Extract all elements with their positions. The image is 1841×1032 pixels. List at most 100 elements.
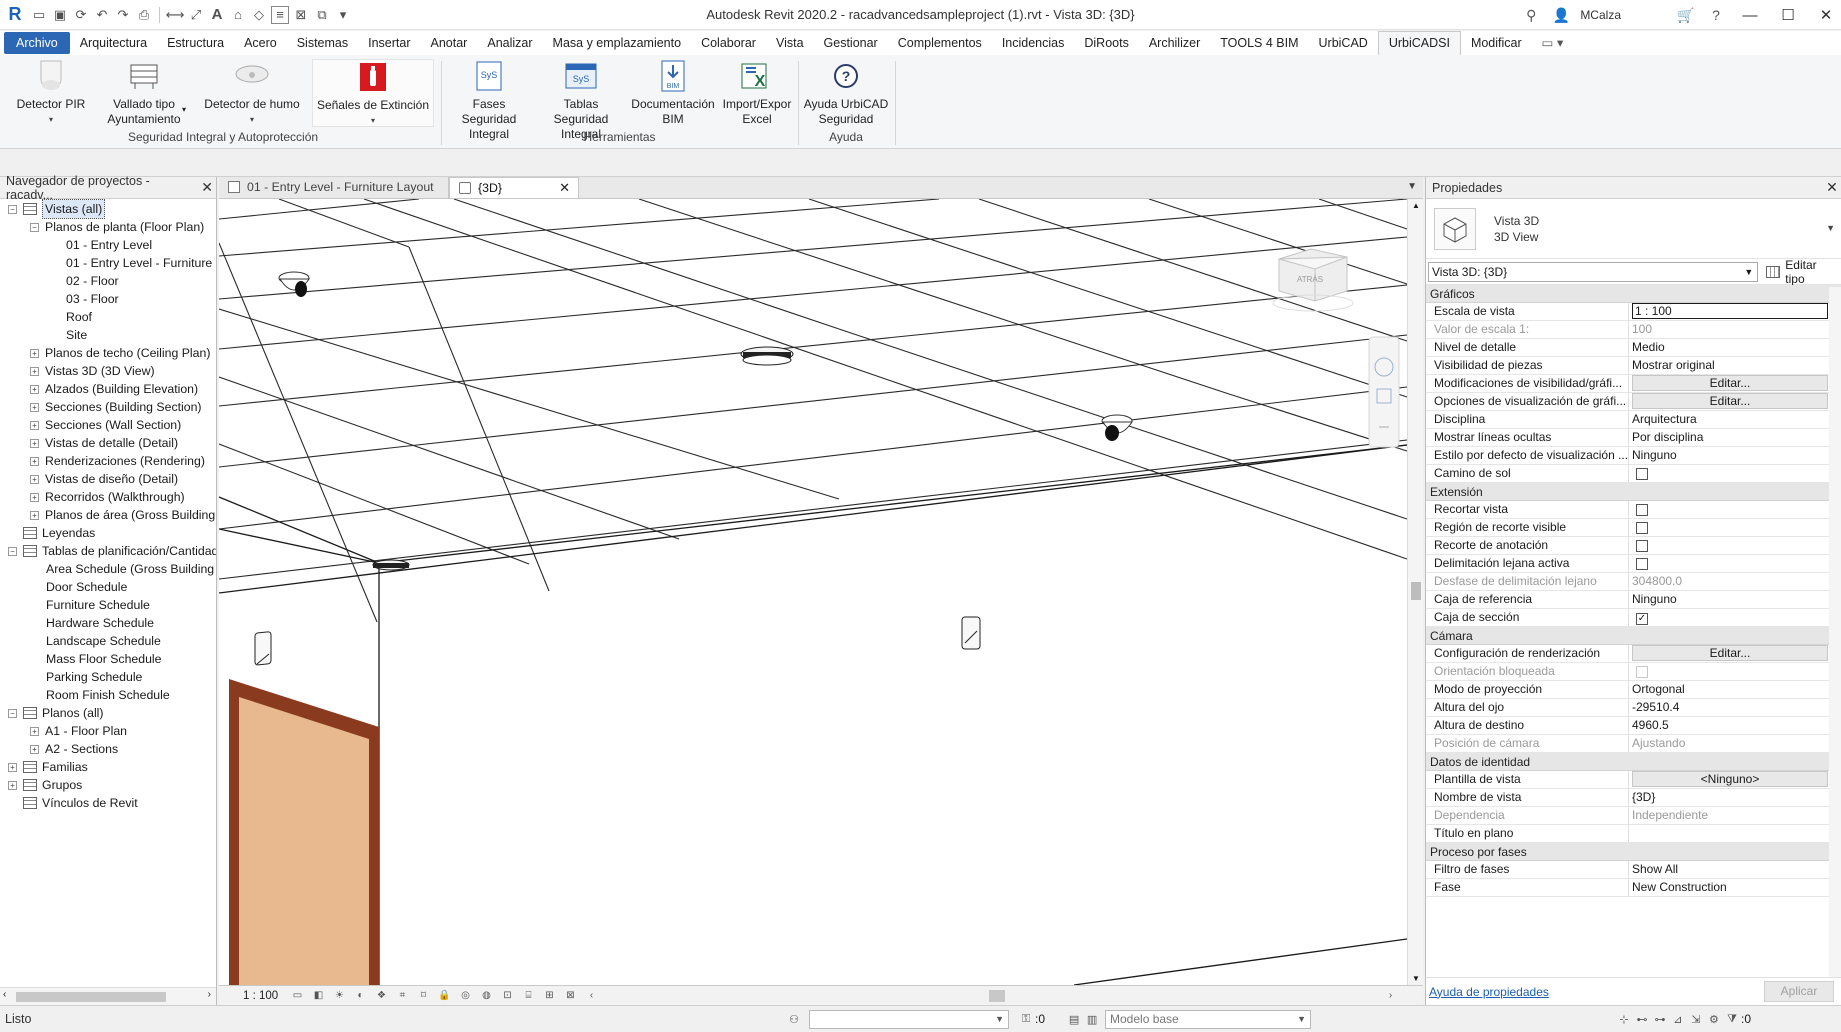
detector-humo-button[interactable]: Detector de humo ▾	[200, 59, 304, 127]
customize-icon[interactable]: ▾	[334, 6, 352, 24]
rendering-icon[interactable]: ❖	[373, 989, 390, 1003]
scroll-up-icon[interactable]: ▲	[1412, 201, 1420, 210]
property-value-cell[interactable]: Ninguno	[1629, 591, 1841, 608]
tab-tools4bim[interactable]: TOOLS 4 BIM	[1210, 32, 1308, 54]
tab-sistemas[interactable]: Sistemas	[287, 32, 358, 54]
tree-node[interactable]: + Secciones (Building Section)	[30, 398, 202, 416]
close-icon[interactable]: ✕	[559, 178, 570, 198]
undo-icon[interactable]: ↶	[93, 6, 111, 24]
property-value-cell[interactable]: -29510.4	[1629, 699, 1841, 716]
scroll-right-icon[interactable]: ›	[208, 989, 211, 1000]
property-value-cell[interactable]: Por disciplina	[1629, 429, 1841, 446]
tab-archilizer[interactable]: Archilizer	[1139, 32, 1210, 54]
sync-icon[interactable]: ⟳	[72, 6, 90, 24]
property-value-cell[interactable]	[1629, 501, 1841, 518]
properties-section-header[interactable]: Proceso por fases⌃	[1426, 843, 1841, 861]
scroll-down-icon[interactable]: ▼	[1412, 974, 1420, 983]
scroll-left-icon[interactable]: ‹	[583, 989, 600, 1003]
editing-requests-icon[interactable]: ⚿	[1017, 1010, 1035, 1028]
property-value-cell[interactable]: Ortogonal	[1629, 681, 1841, 698]
tree-node[interactable]: Hardware Schedule	[46, 614, 154, 632]
expand-icon[interactable]: +	[30, 384, 39, 394]
tree-node[interactable]: + Planos de techo (Ceiling Plan)	[30, 344, 210, 362]
tab-estructura[interactable]: Estructura	[157, 32, 234, 54]
smoke-detector-4[interactable]	[372, 559, 410, 571]
tab-incidencias[interactable]: Incidencias	[992, 32, 1075, 54]
property-checkbox[interactable]	[1636, 522, 1648, 534]
property-value-cell[interactable]	[1629, 465, 1841, 482]
door[interactable]	[229, 679, 379, 985]
tree-node[interactable]: + Grupos	[8, 776, 82, 794]
tree-node[interactable]: Area Schedule (Gross Building	[46, 560, 214, 578]
tab-vista[interactable]: Vista	[766, 32, 814, 54]
property-value-cell[interactable]: 1 : 100	[1629, 303, 1841, 320]
print-icon[interactable]: ⎙	[135, 6, 153, 24]
wall-device-1[interactable]	[254, 631, 272, 666]
worksharing-icon[interactable]: ⚇	[785, 1010, 803, 1028]
collapse-icon[interactable]: −	[30, 222, 39, 232]
sun-path-icon[interactable]: ☀	[331, 989, 348, 1003]
property-checkbox[interactable]: ✓	[1636, 613, 1648, 625]
temporary-view-properties-icon[interactable]: ⊡	[499, 989, 516, 1003]
cart-icon[interactable]: 🛒	[1675, 4, 1697, 26]
select-links-icon[interactable]: ⊹	[1615, 1010, 1633, 1028]
tree-node[interactable]: + Vistas de detalle (Detail)	[30, 434, 178, 452]
tree-node[interactable]: − Vistas (all)	[8, 199, 106, 219]
property-value-cell[interactable]	[1629, 537, 1841, 554]
select-pinned-icon[interactable]: ⊶	[1651, 1010, 1669, 1028]
viewcube[interactable]: ATRÁS	[1272, 248, 1354, 312]
search-icon[interactable]: ⚲	[1520, 4, 1542, 26]
tab-modificar[interactable]: Modificar	[1461, 32, 1532, 54]
tree-node[interactable]: Mass Floor Schedule	[46, 650, 162, 668]
horizontal-scrollbar-thumb[interactable]	[989, 990, 1005, 1002]
expand-icon[interactable]: +	[30, 492, 39, 502]
property-edit-button[interactable]: Editar...	[1632, 645, 1828, 661]
property-value-cell[interactable]: {3D}	[1629, 789, 1841, 806]
drag-elements-icon[interactable]: ⇲	[1687, 1010, 1705, 1028]
documentacion-bim-button[interactable]: BIM Documentación BIM	[628, 59, 718, 127]
expand-icon[interactable]: +	[30, 474, 39, 484]
maximize-button[interactable]: ☐	[1773, 0, 1803, 30]
property-value-cell[interactable]	[1629, 519, 1841, 536]
tree-node[interactable]: Leyendas	[8, 524, 95, 542]
expand-icon[interactable]: +	[30, 348, 39, 358]
tree-node[interactable]: Parking Schedule	[46, 668, 142, 686]
property-input[interactable]: 1 : 100	[1632, 303, 1828, 319]
workset-select[interactable]: ▼	[809, 1009, 1009, 1029]
tab-arquitectura[interactable]: Arquitectura	[70, 32, 157, 54]
reveal-constraints-icon[interactable]: ⊠	[562, 989, 579, 1003]
chevron-down-icon[interactable]: ▼	[1826, 223, 1835, 233]
shadows-icon[interactable]: ◐	[352, 989, 369, 1003]
section-icon[interactable]: ◇	[250, 6, 268, 24]
analytical-model-icon[interactable]: ⌸	[520, 989, 537, 1003]
save-icon[interactable]: ▣	[51, 6, 69, 24]
properties-section-header[interactable]: Extensión⌃	[1426, 483, 1841, 501]
property-value-cell[interactable]: Medio	[1629, 339, 1841, 356]
tree-node[interactable]: Landscape Schedule	[46, 632, 161, 650]
tree-node[interactable]: 03 - Floor	[66, 290, 119, 308]
property-value-cell[interactable]: Mostrar original	[1629, 357, 1841, 374]
expand-icon[interactable]: +	[30, 438, 39, 448]
scroll-left-icon[interactable]: ‹	[3, 989, 6, 1000]
tree-node[interactable]: Door Schedule	[46, 578, 127, 596]
edit-type-button[interactable]: Editar tipo	[1766, 258, 1839, 286]
property-value-cell[interactable]: Show All	[1629, 861, 1841, 878]
3d-view-icon[interactable]: ⌂	[229, 6, 247, 24]
tree-node[interactable]: + Recorridos (Walkthrough)	[30, 488, 185, 506]
temporary-hide-icon[interactable]: ◎	[457, 989, 474, 1003]
close-icon[interactable]: ✕	[198, 179, 216, 196]
wall-device-2[interactable]	[961, 616, 981, 650]
design-option-select[interactable]: Modelo base ▼	[1105, 1009, 1312, 1029]
properties-scrollbar[interactable]	[1829, 287, 1841, 977]
select-underlay-icon[interactable]: ⊷	[1633, 1010, 1651, 1028]
visual-style-icon[interactable]: ◧	[310, 989, 327, 1003]
property-checkbox[interactable]	[1636, 540, 1648, 552]
design-options-icon[interactable]: ▤	[1065, 1010, 1083, 1028]
switch-windows-icon[interactable]: ⧉	[313, 6, 331, 24]
tree-node[interactable]: Site	[66, 326, 87, 344]
tab-gestionar[interactable]: Gestionar	[814, 32, 888, 54]
filter-icon[interactable]: ⧩	[1723, 1010, 1741, 1028]
property-value-cell[interactable]: New Construction	[1629, 879, 1841, 896]
tree-node[interactable]: 01 - Entry Level	[66, 236, 152, 254]
expand-icon[interactable]: +	[30, 726, 39, 736]
